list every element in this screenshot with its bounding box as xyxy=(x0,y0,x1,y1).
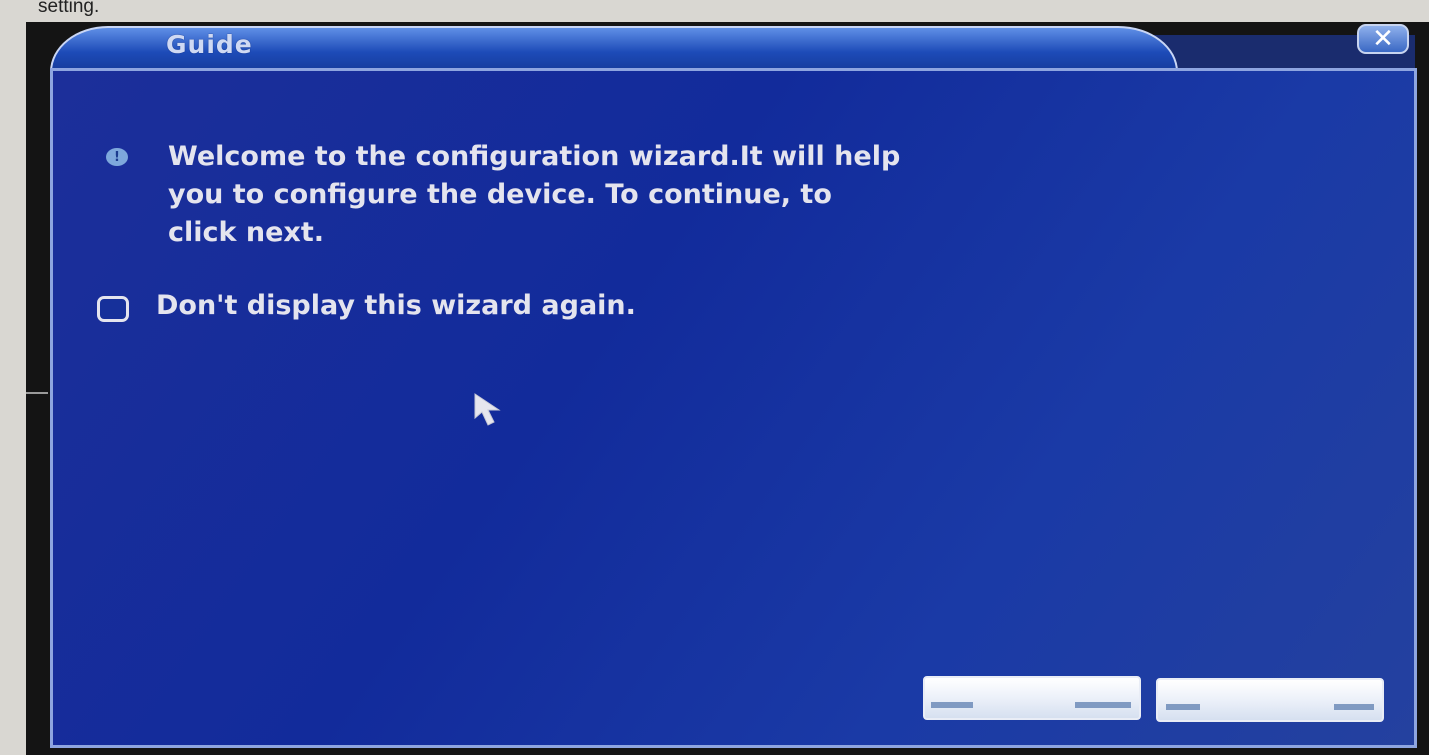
page-caption: setting. xyxy=(38,0,100,17)
info-icon: ! xyxy=(106,148,128,166)
wizard-button-2[interactable] xyxy=(1156,678,1384,722)
button-glare xyxy=(931,702,973,708)
frame-marker-line xyxy=(26,392,48,394)
close-button[interactable]: ✕ xyxy=(1357,24,1409,54)
welcome-message: Welcome to the configuration wizard.It w… xyxy=(168,141,901,248)
window-title: Guide xyxy=(166,30,253,59)
wizard-button-1[interactable] xyxy=(923,676,1141,720)
dont-display-label: Don't display this wizard again. xyxy=(156,290,636,321)
button-glare xyxy=(1334,704,1374,710)
close-icon: ✕ xyxy=(1372,24,1394,54)
button-glare xyxy=(1166,704,1200,710)
button-glare xyxy=(1075,702,1131,708)
mouse-pointer-icon xyxy=(474,393,501,426)
dont-display-checkbox[interactable] xyxy=(97,296,129,322)
